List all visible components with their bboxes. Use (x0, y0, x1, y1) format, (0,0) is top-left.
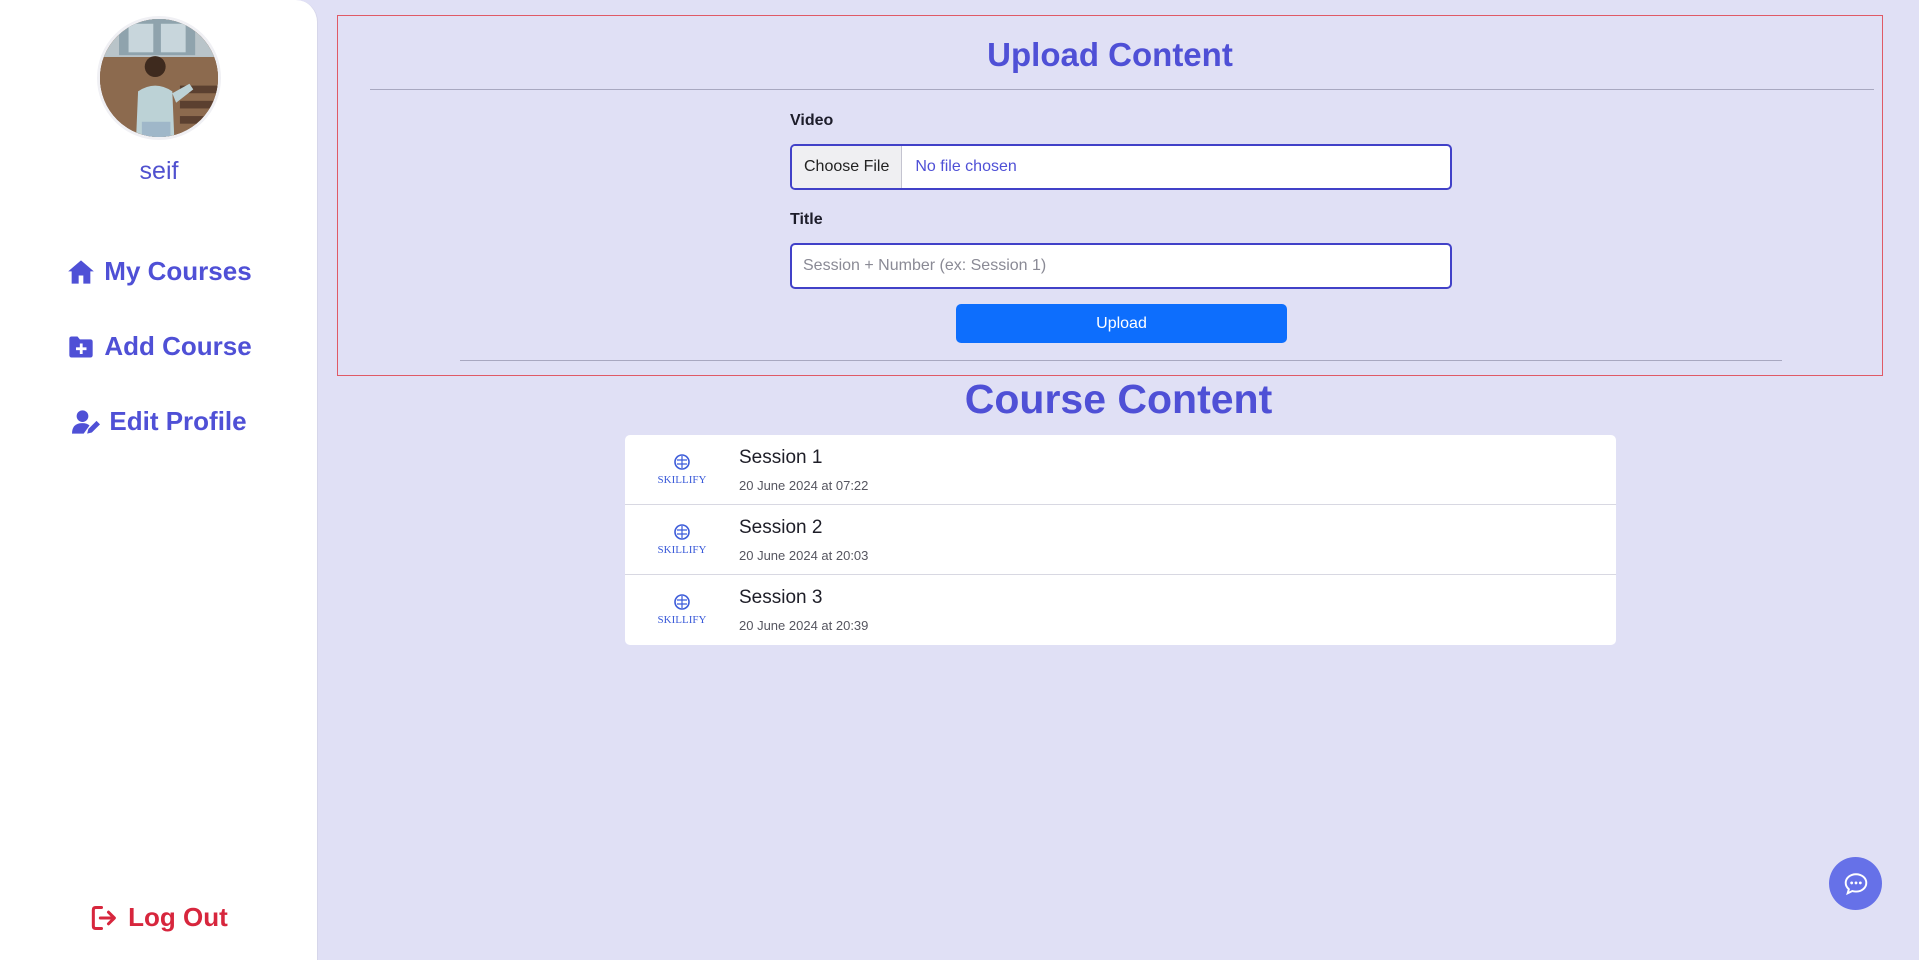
upload-title: Upload Content (987, 36, 1233, 73)
skillify-logo: SKILLIFY (625, 452, 739, 488)
upload-panel: Upload Content Video Choose File No file… (337, 15, 1883, 376)
session-list: SKILLIFY Session 1 20 June 2024 at 07:22… (625, 435, 1616, 645)
session-date: 20 June 2024 at 20:03 (739, 547, 869, 563)
chat-button[interactable] (1829, 857, 1882, 910)
file-status: No file chosen (915, 158, 1017, 175)
logo-text: SKILLIFY (658, 614, 707, 626)
upload-button[interactable]: Upload (956, 304, 1287, 343)
list-item[interactable]: SKILLIFY Session 2 20 June 2024 at 20:03 (625, 505, 1616, 575)
video-label: Video (790, 112, 834, 129)
list-item[interactable]: SKILLIFY Session 3 20 June 2024 at 20:39 (625, 575, 1616, 645)
video-file-input[interactable]: Choose File No file chosen (790, 144, 1452, 190)
folder-plus-icon (66, 332, 96, 362)
logout-icon (90, 903, 120, 933)
skillify-logo: SKILLIFY (625, 522, 739, 558)
session-date: 20 June 2024 at 07:22 (739, 477, 869, 493)
logo-text: SKILLIFY (658, 474, 707, 486)
nav-add-course-label: Add Course (104, 331, 252, 361)
avatar[interactable] (97, 16, 221, 140)
user-edit-icon (71, 407, 101, 437)
nav-my-courses-label: My Courses (104, 256, 252, 286)
home-icon (66, 257, 96, 287)
logout-label: Log Out (128, 902, 228, 932)
divider (460, 360, 1782, 361)
course-content-title: Course Content (964, 376, 1273, 422)
logo-text: SKILLIFY (658, 544, 707, 556)
list-item[interactable]: SKILLIFY Session 1 20 June 2024 at 07:22 (625, 435, 1616, 505)
title-input[interactable] (790, 243, 1452, 289)
chat-bubble-icon (1844, 872, 1867, 895)
logout-button[interactable]: Log Out (0, 902, 318, 933)
sidebar: seif My Courses Add Course Edit Profile … (0, 0, 318, 960)
profile-photo (100, 19, 218, 137)
session-date: 20 June 2024 at 20:39 (739, 618, 869, 633)
nav-my-courses[interactable]: My Courses (0, 256, 318, 287)
choose-file-button[interactable]: Choose File (792, 146, 903, 188)
title-label: Title (790, 211, 823, 228)
nav-edit-profile[interactable]: Edit Profile (0, 406, 318, 437)
session-name: Session 2 (739, 516, 823, 538)
nav-edit-profile-label: Edit Profile (109, 406, 247, 436)
session-name: Session 3 (739, 587, 823, 608)
nav-add-course[interactable]: Add Course (0, 331, 318, 362)
session-name: Session 1 (739, 446, 823, 468)
username: seif (139, 157, 179, 185)
divider (370, 89, 1874, 90)
skillify-logo: SKILLIFY (625, 592, 739, 628)
